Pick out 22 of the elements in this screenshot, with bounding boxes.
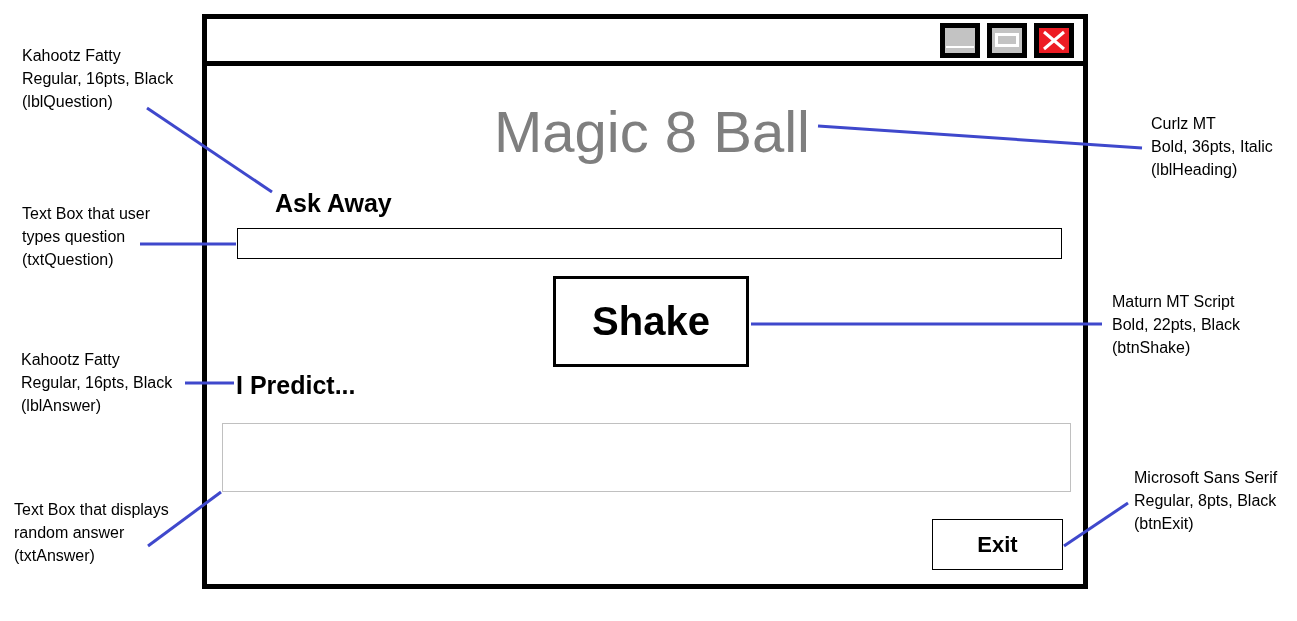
exit-button[interactable]: Exit — [932, 519, 1063, 570]
answer-field[interactable] — [222, 423, 1071, 492]
annotation-note: Kahootz Fatty Regular, 16pts, Black (lblAnswer) — [21, 350, 173, 416]
close-button[interactable] — [1034, 22, 1074, 58]
close-icon — [1039, 27, 1069, 53]
shake-button[interactable]: Shake — [553, 276, 749, 367]
annotation-note: Text Box that displays random answer (txtAnswer) — [14, 500, 169, 566]
field-label: I Predict... — [236, 371, 356, 400]
annotation-note: Maturn MT Script Bold, 22pts, Black (btnShake) — [1112, 292, 1241, 358]
leader-line — [1063, 501, 1129, 548]
field-label: Ask Away — [275, 189, 392, 218]
annotation-note: Text Box that user types question (txtQuestion) — [22, 204, 151, 270]
maximize-button[interactable] — [987, 22, 1027, 58]
annotation-note: Kahootz Fatty Regular, 16pts, Black (lblQuestion) — [22, 46, 174, 112]
app-title: Magic 8 Ball — [494, 99, 810, 165]
maximize-icon — [992, 27, 1022, 53]
question-field[interactable] — [237, 228, 1062, 259]
annotation-note: Microsoft Sans Serif Regular, 8pts, Black (btnExit) — [1134, 468, 1278, 534]
minimize-button[interactable] — [940, 22, 980, 58]
minimize-icon — [945, 27, 975, 53]
annotation-note: Curlz MT Bold, 36pts, Italic (lblHeading) — [1151, 114, 1273, 180]
leader-line — [185, 381, 234, 385]
